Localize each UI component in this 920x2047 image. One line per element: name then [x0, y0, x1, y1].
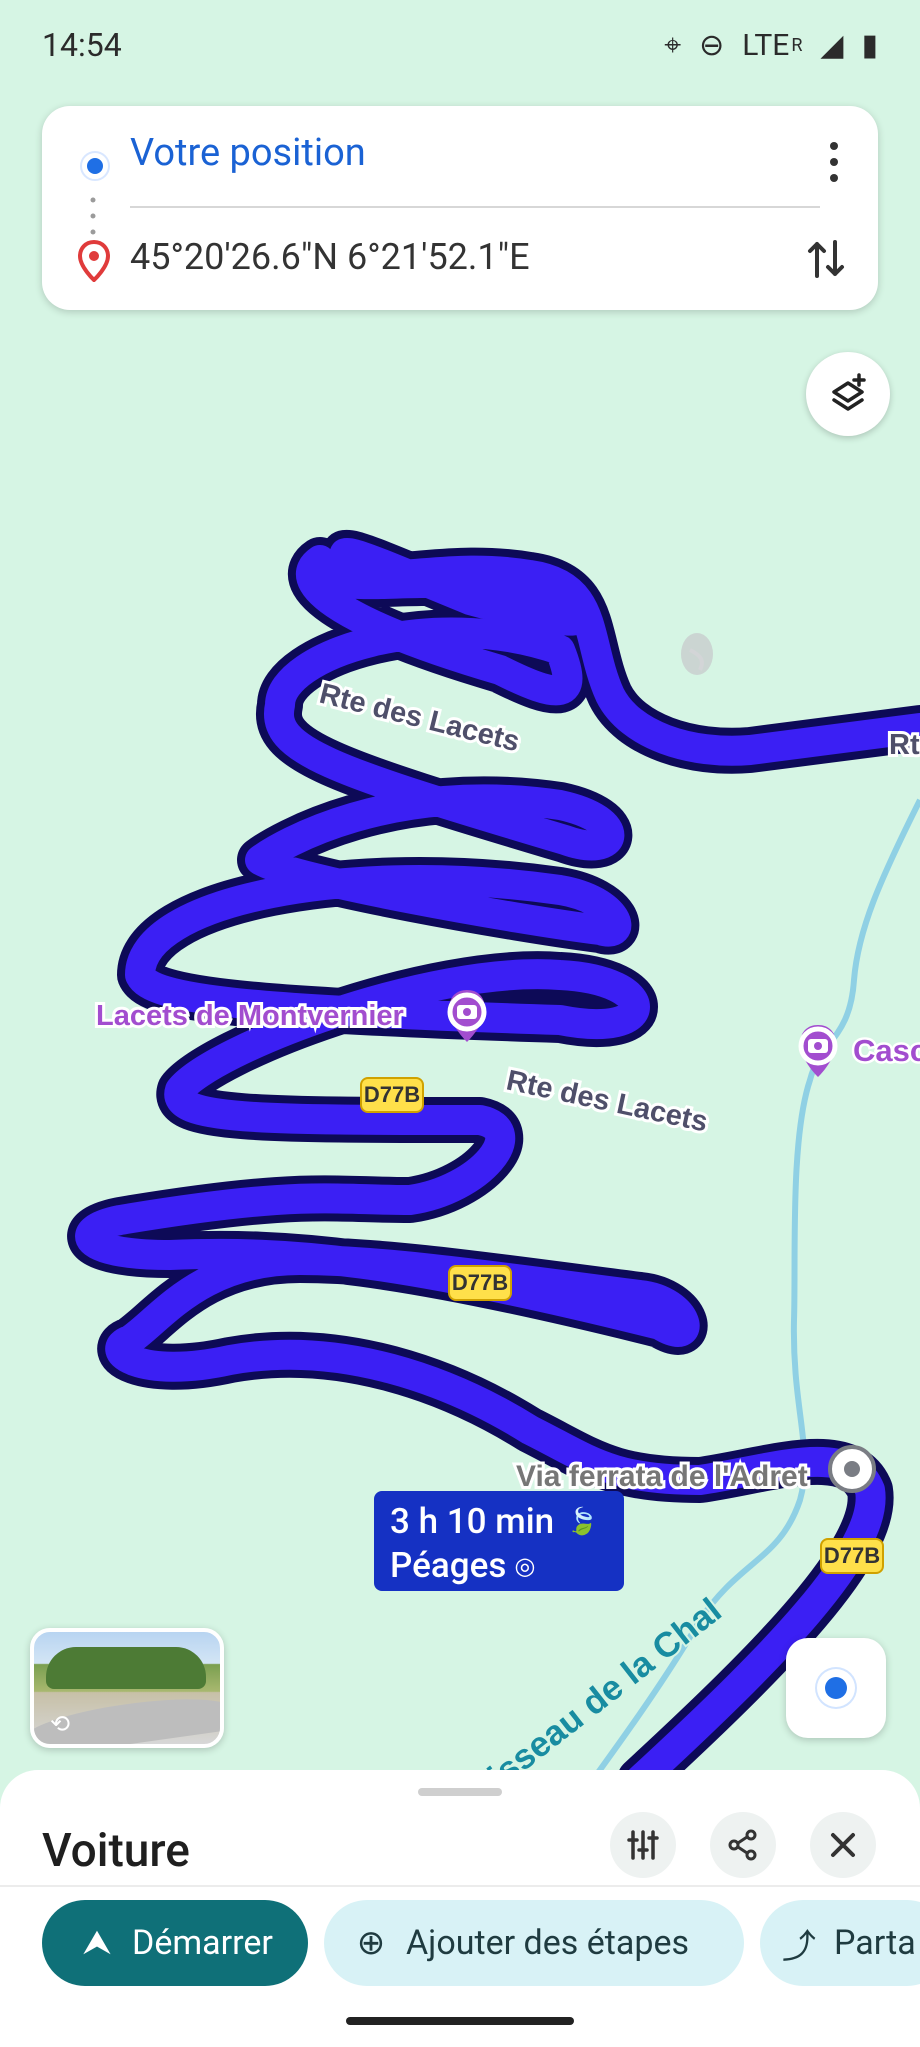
travel-mode-title: Voiture	[42, 1824, 190, 1878]
sheet-drag-handle[interactable]	[418, 1788, 502, 1796]
destination-pin-icon	[77, 240, 111, 282]
map-label-via-ferrata: Via ferrata de l'Adret	[516, 1460, 808, 1493]
route-shield-d77b-2: D77B	[448, 1265, 512, 1301]
route-tolls-text: Péages	[390, 1544, 507, 1586]
start-navigation-button[interactable]: ⮝ Démarrer	[42, 1900, 308, 1986]
map-label-right-poi: Casc	[853, 1033, 920, 1068]
map-label-landmark: Lacets de Montvernier	[96, 1000, 404, 1032]
share-icon	[728, 1829, 757, 1861]
route-options-button[interactable]	[610, 1812, 676, 1878]
roaming-label: R	[791, 34, 803, 56]
street-view-thumbnail[interactable]: ⟲	[30, 1628, 224, 1748]
start-label: Démarrer	[132, 1923, 273, 1963]
swap-vertical-icon[interactable]	[804, 234, 848, 284]
route-card[interactable]: Votre position 45°20'26.6"N 6°21'52.1"E	[42, 106, 878, 310]
origin-location-icon	[80, 151, 110, 181]
route-duration-card[interactable]: 3 h 10 min 🍃 Péages ◎	[374, 1491, 624, 1591]
do-not-disturb-icon: ⊖	[699, 27, 725, 63]
share-route-button[interactable]	[710, 1812, 776, 1878]
clock: 14:54	[42, 26, 122, 64]
map-marker-via-ferrata[interactable]	[828, 1445, 876, 1493]
eco-leaf-icon: 🍃	[566, 1506, 599, 1537]
network-label: LTE	[742, 27, 790, 63]
status-icons: ⌖ ⊖ LTE R ◢ ▮	[664, 28, 878, 63]
route-card-divider	[130, 206, 820, 208]
toll-icon: ◎	[514, 1551, 536, 1580]
add-location-icon: ⊕	[356, 1923, 386, 1963]
layers-button[interactable]	[806, 352, 890, 436]
sheet-divider	[0, 1885, 920, 1887]
street-view-trees	[46, 1647, 206, 1689]
signal-icon: ◢	[820, 27, 844, 63]
route-connector-dots-icon	[90, 197, 96, 235]
navigation-arrow-icon: ⮝	[82, 1923, 112, 1963]
bottom-sheet[interactable]: Voiture ⮝ Démarrer ⊕ Ajouter des étapes …	[0, 1770, 920, 2047]
more-vertical-icon[interactable]	[828, 140, 840, 184]
share-label: Parta	[834, 1923, 916, 1963]
route-shield-d77b-1: D77B	[360, 1077, 424, 1113]
location-icon: ⌖	[664, 27, 682, 63]
route-shield-text: D77B	[364, 1082, 420, 1107]
add-stops-label: Ajouter des étapes	[406, 1923, 690, 1963]
close-icon	[831, 1833, 855, 1857]
map-label-road-top-right: Rte	[889, 729, 920, 761]
route-shield-text: D77B	[824, 1543, 880, 1568]
sliders-icon	[627, 1830, 659, 1860]
layers-icon	[832, 373, 866, 411]
origin-field[interactable]: Votre position	[130, 131, 366, 175]
home-indicator[interactable]	[346, 2017, 574, 2025]
close-route-button[interactable]	[810, 1812, 876, 1878]
my-location-button[interactable]	[786, 1638, 886, 1738]
route-shield-d77b-3: D77B	[820, 1538, 884, 1574]
share-icon: ⤴	[782, 1926, 816, 1967]
route-shield-text: D77B	[452, 1270, 508, 1295]
street-view-rotate-icon: ⟲	[50, 1710, 71, 1738]
status-bar: 14:54 ⌖ ⊖ LTE R ◢ ▮	[0, 0, 920, 90]
route-duration-text: 3 h 10 min	[390, 1500, 555, 1542]
battery-icon: ▮	[861, 27, 878, 63]
share-button[interactable]: ⤴ Parta	[760, 1900, 920, 1986]
destination-field[interactable]: 45°20'26.6"N 6°21'52.1"E	[130, 236, 530, 278]
add-stops-button[interactable]: ⊕ Ajouter des étapes	[324, 1900, 744, 1986]
